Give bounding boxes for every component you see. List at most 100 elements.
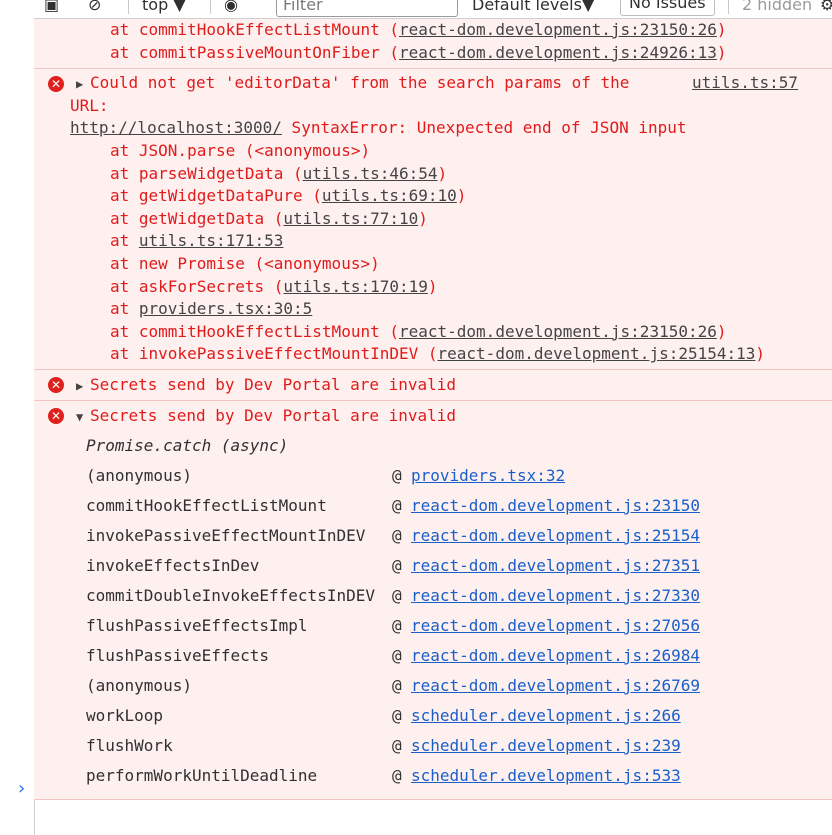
- hidden-count: 2 hidden: [742, 0, 813, 14]
- context-select[interactable]: top ▼: [142, 0, 186, 14]
- frame-function: invokeEffectsInDev: [86, 555, 260, 575]
- stack-link[interactable]: react-dom.development.js:23150:26: [399, 20, 717, 39]
- at-symbol: @: [392, 585, 402, 605]
- stack-link[interactable]: providers.tsx:30:5: [139, 299, 312, 318]
- frame-source-link[interactable]: providers.tsx:32: [411, 461, 565, 491]
- live-expression-eye-icon[interactable]: ◉: [224, 0, 238, 14]
- frame-source-link[interactable]: react-dom.development.js:23150: [411, 491, 700, 521]
- at-symbol: @: [392, 465, 402, 485]
- call-stack-frame: invokePassiveEffectMountInDEV @ react-dom.…: [34, 521, 832, 551]
- frame-source-link[interactable]: react-dom.development.js:26984: [411, 641, 700, 671]
- at-symbol: @: [392, 765, 402, 785]
- stack-line: at utils.ts:171:53: [34, 230, 832, 253]
- error-message-editor-data: ✕ ▶ Could not get 'editorData' from the s…: [34, 69, 832, 370]
- frame-source-link[interactable]: react-dom.development.js:27351: [411, 551, 700, 581]
- frame-function: commitDoubleInvokeEffectsInDEV: [86, 585, 375, 605]
- toolbar-divider: [728, 0, 729, 14]
- error-text: Secrets send by Dev Portal are invalid: [90, 374, 457, 394]
- at-symbol: @: [392, 735, 402, 755]
- error-text-line: http://localhost:3000/ SyntaxError: Unex…: [34, 117, 832, 140]
- call-stack-frame: invokeEffectsInDev @ react-dom.development…: [34, 551, 832, 581]
- stack-line: at commitHookEffectListMount (react-dom.…: [34, 19, 832, 42]
- stack-line: at providers.tsx:30:5: [34, 298, 832, 321]
- error-text: Secrets send by Dev Portal are invalid: [90, 405, 457, 425]
- console-prompt-icon[interactable]: ›: [16, 778, 27, 799]
- at-symbol: @: [392, 495, 402, 515]
- console-messages: at commitHookEffectListMount (react-dom.…: [34, 19, 832, 800]
- error-header[interactable]: ▶ Secrets send by Dev Portal are invalid: [34, 370, 832, 400]
- frame-source-link[interactable]: react-dom.development.js:27330: [411, 581, 700, 611]
- stack-link[interactable]: react-dom.development.js:24926:13: [399, 43, 717, 62]
- error-icon: ✕: [48, 376, 64, 393]
- context-label: top: [142, 0, 169, 14]
- call-stack-frame: flushPassiveEffects @ react-dom.developmen…: [34, 641, 832, 671]
- expand-triangle-icon[interactable]: ▶: [76, 371, 90, 401]
- filter-input-box: [276, 0, 458, 17]
- source-link[interactable]: utils.ts:57: [692, 72, 798, 95]
- at-symbol: @: [392, 675, 402, 695]
- stack-text: at invokePassiveEffectMountInDEV (: [110, 344, 438, 364]
- frame-source-link[interactable]: react-dom.development.js:25154: [411, 521, 700, 551]
- frame-source-link[interactable]: scheduler.development.js:266: [411, 701, 681, 731]
- stack-link[interactable]: utils.ts:69:10: [322, 186, 457, 205]
- call-stack-frame: flushWork @ scheduler.development.js:239: [34, 731, 832, 761]
- at-symbol: @: [392, 525, 402, 545]
- call-stack-frame: commitDoubleInvokeEffectsInDEV @ react-dom…: [34, 581, 832, 611]
- stack-link[interactable]: react-dom.development.js:23150:26: [399, 322, 717, 341]
- stack-link[interactable]: utils.ts:170:19: [283, 277, 428, 296]
- filter-input[interactable]: [283, 0, 453, 14]
- error-stack: at JSON.parse (<anonymous>) at parseWidge…: [34, 140, 832, 366]
- frame-source-link[interactable]: react-dom.development.js:27056: [411, 611, 700, 641]
- frame-function: (anonymous): [86, 465, 192, 485]
- frame-function: performWorkUntilDeadline: [86, 765, 318, 785]
- error-icon: ✕: [48, 407, 64, 424]
- stack-line: at new Promise (<anonymous>): [34, 253, 832, 276]
- collapse-triangle-icon[interactable]: ▼: [76, 402, 90, 432]
- stack-link[interactable]: react-dom.development.js:25154:13: [438, 344, 756, 363]
- async-label-row: Promise.catch (async): [34, 431, 832, 461]
- error-text: Could not get 'editorData' from the sear…: [90, 73, 630, 93]
- log-levels-label: Default levels: [472, 0, 582, 14]
- at-symbol: @: [392, 645, 402, 665]
- url-link[interactable]: http://localhost:3000/: [70, 118, 282, 137]
- stack-text: at commitHookEffectListMount (: [110, 321, 399, 341]
- stack-text: at getWidgetDataPure (: [110, 186, 322, 206]
- stack-link[interactable]: utils.ts:77:10: [283, 209, 418, 228]
- error-header[interactable]: ▼ Secrets send by Dev Portal are invalid: [34, 401, 832, 431]
- log-levels-dropdown[interactable]: Default levels▼: [472, 0, 594, 14]
- issues-label: No Issues: [629, 0, 706, 12]
- frame-function: (anonymous): [86, 675, 192, 695]
- frame-source-link[interactable]: react-dom.development.js:26769: [411, 671, 700, 701]
- stack-text: ): [418, 208, 428, 228]
- stack-text: ): [456, 186, 467, 206]
- frame-function: commitHookEffectListMount: [86, 495, 327, 515]
- stack-link[interactable]: utils.ts:171:53: [139, 231, 284, 250]
- call-stack-frame: workLoop @ scheduler.development.js:266: [34, 701, 832, 731]
- console-toolbar: ▣ ⊘ top ▼ ◉ Default levels▼ No Issues 2 …: [34, 0, 832, 19]
- error-text: SyntaxError: Unexpected end of JSON inpu…: [281, 118, 687, 138]
- frame-function: flushPassiveEffectsImpl: [86, 615, 308, 635]
- issues-button[interactable]: No Issues: [620, 0, 715, 16]
- chevron-down-icon: ▼: [581, 0, 595, 14]
- stack-text: at commitPassiveMountOnFiber (: [110, 42, 399, 62]
- call-stack-frames: (anonymous) @ providers.tsx:32 commitHookEf…: [34, 461, 832, 791]
- error-message-secrets-expanded: ✕ ▼ Secrets send by Dev Portal are invali…: [34, 400, 832, 800]
- frame-source-link[interactable]: scheduler.development.js:239: [411, 731, 681, 761]
- at-symbol: @: [392, 705, 402, 725]
- expand-triangle-icon[interactable]: ▶: [76, 73, 90, 96]
- call-stack-frame: flushPassiveEffectsImpl @ react-dom.develo…: [34, 611, 832, 641]
- stack-text: at getWidgetData (: [110, 208, 284, 228]
- stack-line: at invokePassiveEffectMountInDEV (react-…: [34, 343, 832, 366]
- stack-link[interactable]: utils.ts:46:54: [303, 164, 438, 183]
- settings-gear-icon[interactable]: ⚙: [820, 0, 832, 14]
- error-message-previous: at commitHookEffectListMount (react-dom.…: [34, 19, 832, 70]
- stack-text: at: [110, 231, 139, 251]
- clear-console-icon[interactable]: ⊘: [88, 0, 101, 14]
- call-stack-frame: performWorkUntilDeadline @ scheduler.devel…: [34, 761, 832, 791]
- call-stack-frame: commitHookEffectListMount @ react-dom.deve…: [34, 491, 832, 521]
- call-stack-frame: (anonymous) @ react-dom.development.js:267…: [34, 671, 832, 701]
- sidebar-toggle-icon[interactable]: ▣: [44, 0, 59, 14]
- stack-line: at askForSecrets (utils.ts:170:19): [34, 276, 832, 299]
- call-stack-frame: (anonymous) @ providers.tsx:32: [34, 461, 832, 491]
- frame-source-link[interactable]: scheduler.development.js:533: [411, 761, 681, 791]
